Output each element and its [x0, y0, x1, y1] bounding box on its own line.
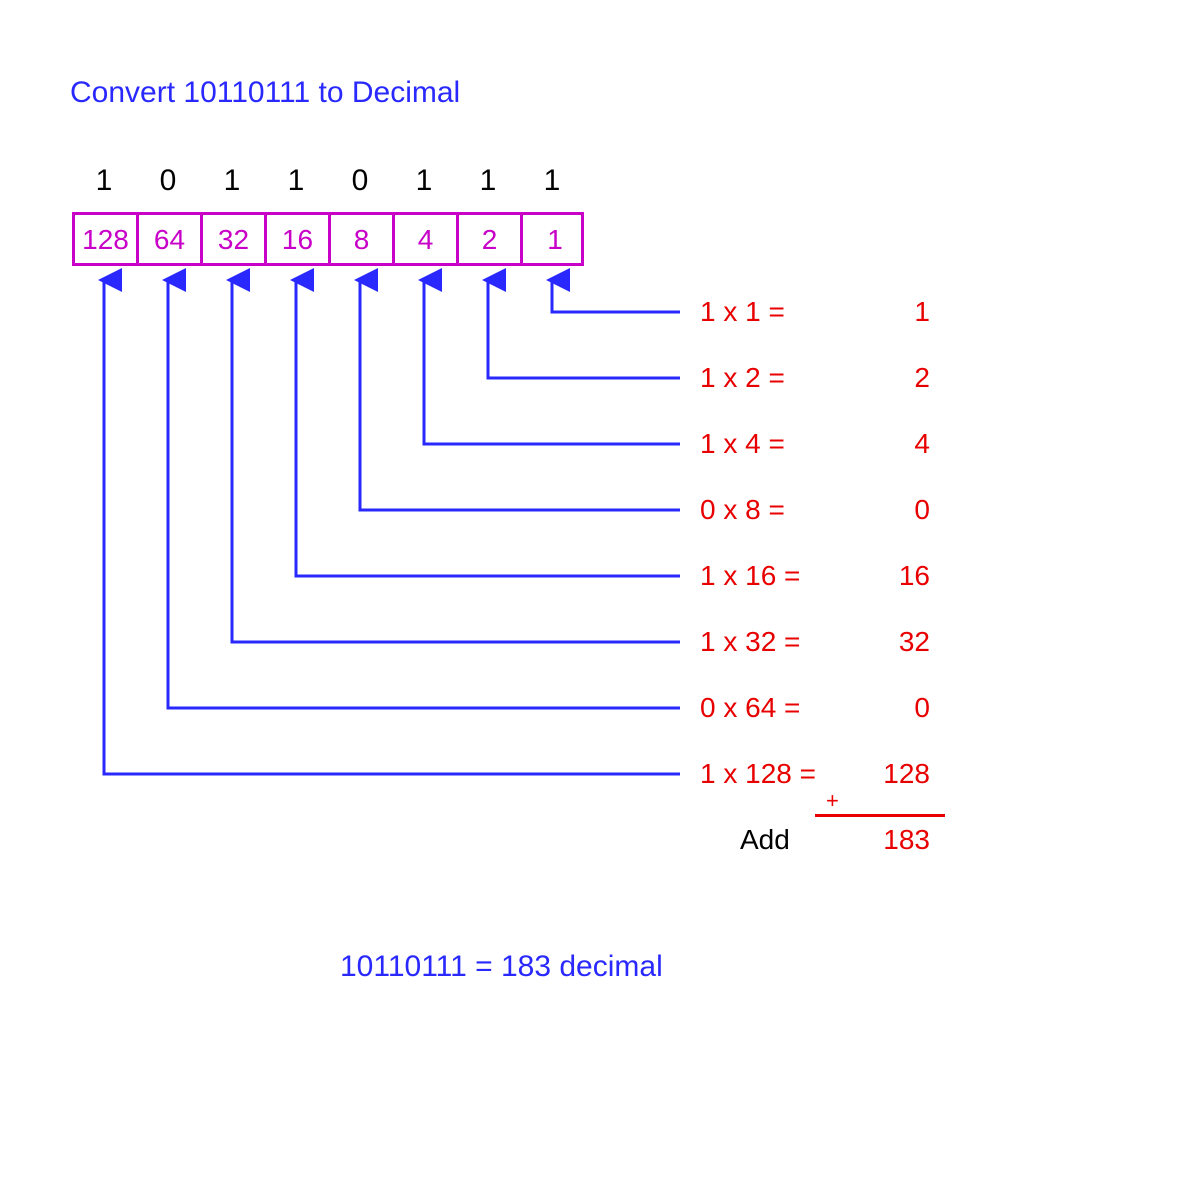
equation-result: 128: [870, 758, 930, 790]
binary-digit: 1: [456, 164, 520, 198]
place-value-cell: 4: [395, 215, 459, 263]
place-value-cell: 16: [267, 215, 331, 263]
place-value-table: 1286432168421: [72, 212, 584, 266]
place-value-cell: 128: [75, 215, 139, 263]
place-value-cell: 32: [203, 215, 267, 263]
binary-digit: 1: [264, 164, 328, 198]
binary-digit: 1: [392, 164, 456, 198]
connector-line: [296, 280, 680, 576]
equation-result: 4: [870, 428, 930, 460]
binary-digit: 1: [72, 164, 136, 198]
connector-line: [232, 280, 680, 642]
place-value-cell: 8: [331, 215, 395, 263]
connector-line: [424, 280, 680, 444]
sum-value: 183: [870, 824, 930, 856]
place-value-cell: 2: [459, 215, 523, 263]
add-label: Add: [740, 824, 790, 856]
sum-line: [815, 814, 945, 817]
plus-sign: +: [826, 788, 839, 814]
equation-result: 32: [870, 626, 930, 658]
equation-result: 2: [870, 362, 930, 394]
diagram-title: Convert 10110111 to Decimal: [70, 76, 460, 110]
binary-digit: 1: [520, 164, 584, 198]
equation-result: 1: [870, 296, 930, 328]
connector-line: [360, 280, 680, 510]
place-value-cell: 64: [139, 215, 203, 263]
connector-line: [104, 280, 680, 774]
connector-line: [552, 280, 680, 312]
binary-digit: 0: [136, 164, 200, 198]
connector-line: [488, 280, 680, 378]
conclusion-text: 10110111 = 183 decimal: [340, 950, 663, 984]
equation-result: 16: [870, 560, 930, 592]
equation-result: 0: [870, 494, 930, 526]
connector-line: [168, 280, 680, 708]
equation-result: 0: [870, 692, 930, 724]
place-value-cell: 1: [523, 215, 587, 263]
binary-digit: 1: [200, 164, 264, 198]
binary-digit: 0: [328, 164, 392, 198]
